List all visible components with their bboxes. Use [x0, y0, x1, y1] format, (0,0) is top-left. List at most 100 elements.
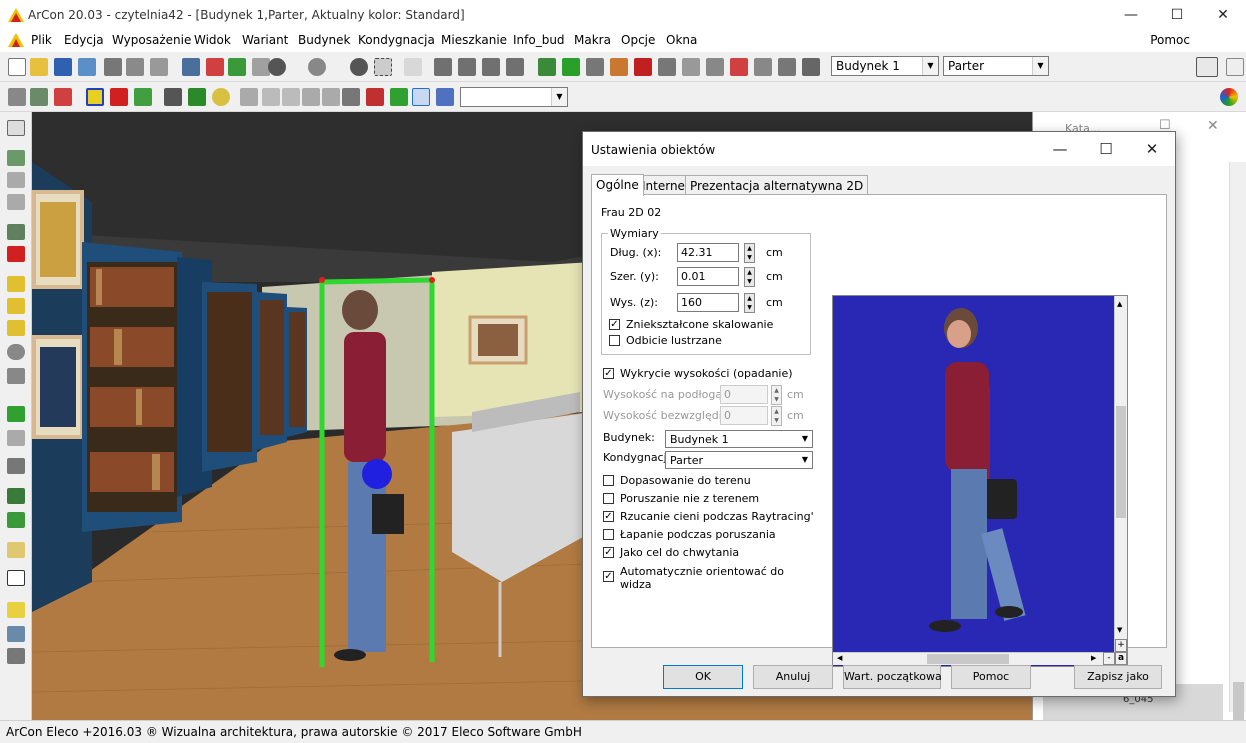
open-folder-icon[interactable] — [30, 58, 48, 76]
cube-icon[interactable] — [86, 88, 104, 106]
width-input[interactable]: 0.01 — [677, 267, 739, 286]
menu-makra[interactable]: Makra — [574, 33, 611, 47]
help-pointer-icon[interactable] — [1226, 58, 1244, 76]
dormer-tool-icon[interactable] — [658, 58, 676, 76]
rotate-left-icon[interactable] — [302, 88, 320, 106]
zoom-icon[interactable] — [350, 58, 368, 76]
zoom-out-icon[interactable] — [7, 194, 25, 210]
render-icon[interactable] — [110, 88, 128, 106]
menu-kondygnacja[interactable]: Kondygnacja — [358, 33, 435, 47]
maximize-button[interactable]: ☐ — [1154, 0, 1200, 30]
option-checkbox-3[interactable] — [603, 529, 614, 540]
object-ungroup-icon[interactable] — [7, 648, 25, 664]
object-group-icon[interactable] — [7, 626, 25, 642]
save-as-button[interactable]: Zapisz jako — [1074, 665, 1162, 689]
align-icon[interactable] — [7, 406, 25, 422]
camera-height-icon[interactable] — [342, 88, 360, 106]
floor-combobox[interactable]: Parter ▼ — [665, 451, 813, 469]
preview-vscrollbar[interactable]: ▲ ▼ — [1114, 296, 1127, 652]
menu-okna[interactable]: Okna — [666, 33, 697, 47]
view-select[interactable]: ▼ — [460, 87, 568, 107]
menu-budynek[interactable]: Budynek — [298, 33, 351, 47]
arrow-right-icon[interactable] — [228, 58, 246, 76]
length-input[interactable]: 42.31 — [677, 243, 739, 262]
catalog-scrollbar[interactable] — [1229, 162, 1246, 742]
scroll-right-icon[interactable]: ▶ — [1091, 654, 1096, 662]
preview-hscrollbar[interactable]: ◀ ▶ — [833, 652, 1103, 665]
list-icon[interactable] — [7, 430, 25, 446]
close-button[interactable]: ✕ — [1200, 0, 1246, 30]
pointer-icon[interactable] — [7, 120, 25, 136]
door-tool-icon[interactable] — [610, 58, 628, 76]
person-down-icon[interactable] — [390, 88, 408, 106]
grid-view-icon[interactable] — [182, 58, 200, 76]
rotate-90b-icon[interactable] — [7, 298, 25, 314]
new-file-icon[interactable] — [8, 58, 26, 76]
scroll-up-icon[interactable]: ▲ — [1117, 300, 1122, 308]
dialog-maximize-button[interactable]: ☐ — [1083, 132, 1129, 166]
initial-value-button[interactable]: Wart. początkowa — [843, 665, 942, 689]
scroll-down-icon[interactable]: ▼ — [1117, 626, 1122, 634]
rotate-right-icon[interactable] — [322, 88, 340, 106]
wall-tool-4-icon[interactable] — [506, 58, 524, 76]
rotate-free-icon[interactable] — [7, 344, 25, 360]
camera-icon[interactable] — [126, 58, 144, 76]
zoom-window-icon[interactable] — [7, 150, 25, 166]
copy-object-icon[interactable] — [7, 224, 25, 240]
preview-auto-button[interactable]: a — [1115, 652, 1127, 665]
zoom-in-icon[interactable] — [7, 172, 25, 188]
scroll-left-icon[interactable]: ◀ — [837, 654, 842, 662]
wall-tool-2-icon[interactable] — [458, 58, 476, 76]
move-up-icon[interactable] — [262, 88, 280, 106]
scanner-icon[interactable] — [150, 58, 168, 76]
camera-path-icon[interactable] — [436, 88, 454, 106]
move-down-icon[interactable] — [282, 88, 300, 106]
catalog-close-icon[interactable]: ✕ — [1207, 118, 1219, 134]
undo-icon[interactable] — [268, 58, 286, 76]
auto-orient-checkbox[interactable]: ✓ — [603, 571, 614, 582]
save-icon[interactable] — [54, 58, 72, 76]
eraser-icon[interactable] — [7, 602, 25, 618]
o2c-icon[interactable] — [7, 570, 25, 586]
height-spinner[interactable]: ▲ ▼ — [744, 293, 755, 313]
window-tool-icon[interactable] — [586, 58, 604, 76]
texture-icon[interactable] — [134, 88, 152, 106]
height-input[interactable]: 160 — [677, 293, 739, 312]
light-tool-icon[interactable] — [730, 58, 748, 76]
navigation-cross-icon[interactable] — [412, 88, 430, 106]
length-spinner[interactable]: ▲ ▼ — [744, 243, 755, 263]
dialog-close-button[interactable]: ✕ — [1129, 132, 1175, 166]
walk-icon[interactable] — [164, 88, 182, 106]
paint-brush-icon[interactable] — [7, 488, 25, 504]
move-left-icon[interactable] — [240, 88, 258, 106]
print-icon[interactable] — [104, 58, 122, 76]
cancel-button[interactable]: Anuluj — [753, 665, 833, 689]
delete-object-icon[interactable] — [7, 246, 25, 262]
terrain-icon[interactable] — [538, 58, 556, 76]
section-tool-icon[interactable] — [754, 58, 772, 76]
measure-angle-icon[interactable] — [188, 88, 206, 106]
menu-pomoc[interactable]: Pomoc — [1150, 33, 1190, 47]
height-above-floor-input[interactable]: 0 — [720, 385, 768, 404]
preview-hscroll-thumb[interactable] — [927, 654, 1009, 664]
catalog-book-icon[interactable] — [1196, 57, 1218, 77]
plan-view-icon[interactable] — [8, 88, 26, 106]
tab-alt-2d[interactable]: Prezentacja alternatywna 2D — [685, 175, 869, 196]
menu-edycja[interactable]: Edycja — [64, 33, 104, 47]
person-up-icon[interactable] — [366, 88, 384, 106]
export-icon[interactable] — [78, 58, 96, 76]
wall-tool-3-icon[interactable] — [482, 58, 500, 76]
menu-widok[interactable]: Widok — [194, 33, 231, 47]
material-icon[interactable] — [7, 542, 25, 558]
rotate-90-icon[interactable] — [7, 276, 25, 292]
height-detection-checkbox[interactable]: ✓ — [603, 368, 614, 379]
menu-opcje[interactable]: Opcje — [621, 33, 655, 47]
zoom-fit-icon[interactable] — [374, 58, 392, 76]
stairs-icon[interactable] — [562, 58, 580, 76]
absolute-height-input[interactable]: 0 — [720, 406, 768, 425]
minimize-button[interactable]: — — [1108, 0, 1154, 30]
distorted-scaling-checkbox[interactable]: ✓ — [609, 319, 620, 330]
dialog-minimize-button[interactable]: — — [1037, 132, 1083, 166]
absolute-height-spinner[interactable]: ▲ ▼ — [771, 406, 782, 426]
scale-icon[interactable] — [7, 368, 25, 384]
